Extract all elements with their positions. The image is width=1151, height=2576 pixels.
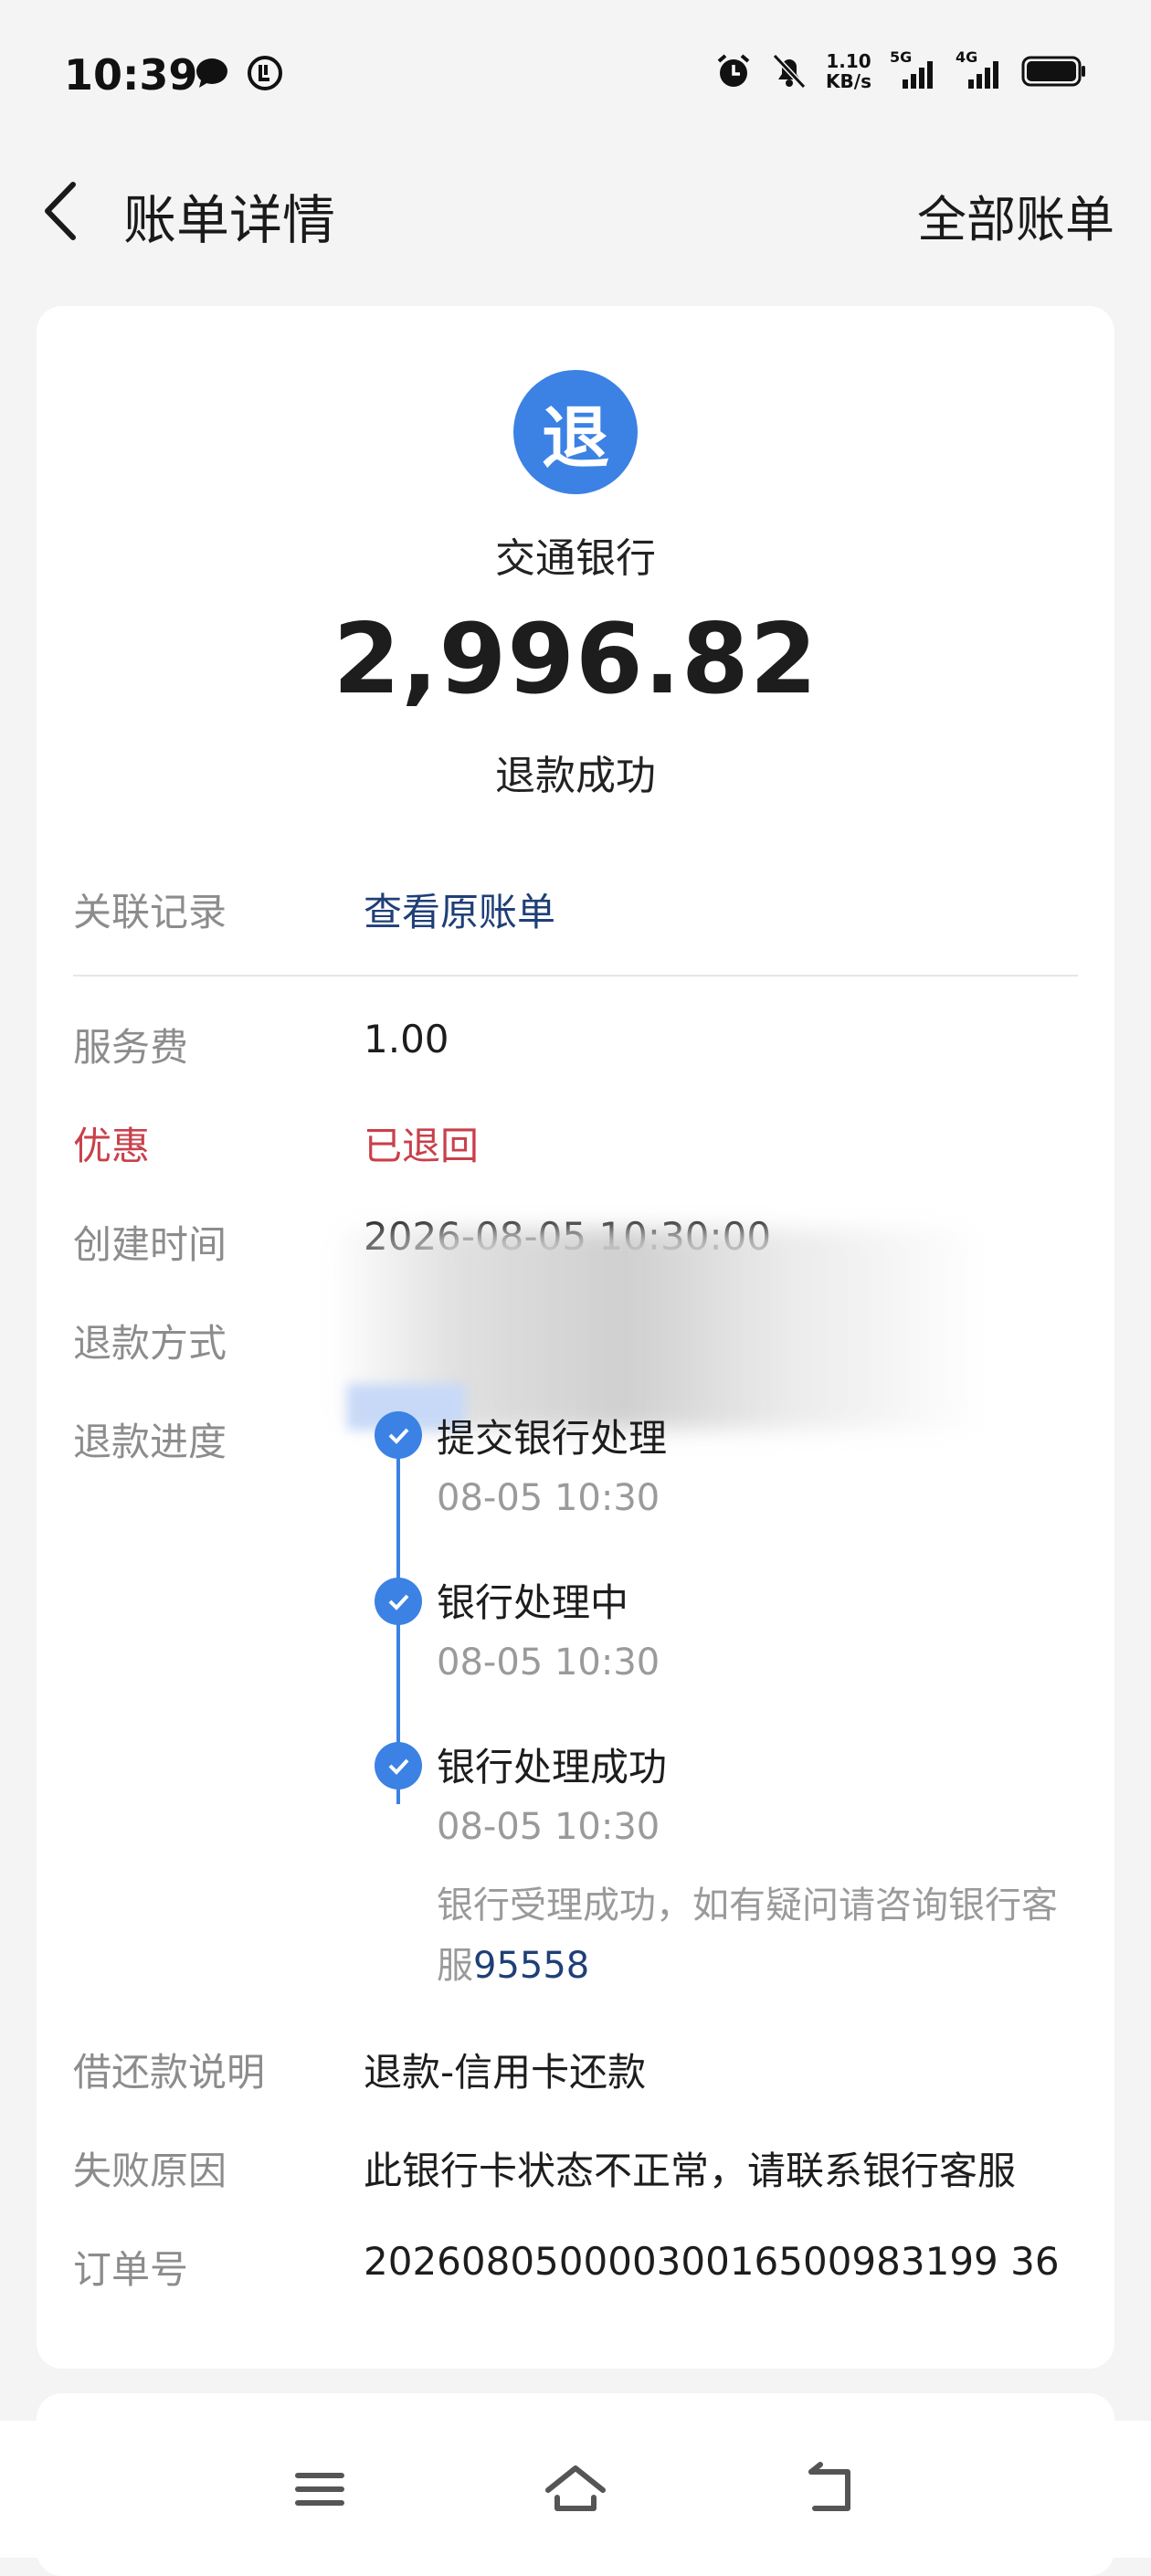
battery-icon bbox=[1021, 56, 1085, 87]
refund-badge-icon: 退 bbox=[513, 370, 638, 494]
timeline-step-title: 银行处理成功 bbox=[437, 1745, 668, 1789]
page-title: 账单详情 bbox=[123, 189, 336, 251]
timeline-note: 银行受理成功，如有疑问请咨询银行客服95558 bbox=[437, 1875, 1058, 1996]
net-speed: 1.10 KB/s bbox=[826, 51, 871, 91]
menu-icon bbox=[295, 2473, 344, 2506]
menu-button[interactable] bbox=[283, 2457, 356, 2521]
signal-bars-icon bbox=[903, 61, 933, 89]
app-notification-icon bbox=[248, 56, 282, 90]
timeline-check-icon bbox=[375, 1578, 422, 1625]
repayment-note-label: 借还款说明 bbox=[73, 2050, 266, 2095]
home-button[interactable] bbox=[539, 2457, 612, 2521]
timeline-step-time: 08-05 10:30 bbox=[437, 1806, 660, 1848]
top-nav-bar: 账单详情 全部账单 bbox=[0, 155, 1151, 265]
bill-detail-card: 退 交通银行 2,996.82 退款成功 关联记录 查看原账单 服务费 1.00… bbox=[37, 306, 1114, 2369]
back-button[interactable] bbox=[35, 179, 90, 243]
status-right: 1.10 KB/s 5G 4G bbox=[714, 48, 1087, 91]
bell-muted-icon bbox=[772, 53, 807, 90]
status-time: 10:39 bbox=[64, 50, 198, 100]
service-fee-value: 1.00 bbox=[364, 1017, 449, 1061]
related-record-label: 关联记录 bbox=[73, 890, 227, 934]
view-original-bill-link[interactable]: 查看原账单 bbox=[364, 882, 555, 937]
return-icon bbox=[808, 2462, 850, 2511]
refund-method-label: 退款方式 bbox=[73, 1321, 227, 1366]
back-nav-button[interactable] bbox=[795, 2457, 868, 2521]
divider bbox=[73, 975, 1078, 977]
chat-bubble-icon bbox=[196, 58, 227, 88]
discount-label: 优惠 bbox=[73, 1124, 151, 1168]
net-speed-unit: KB/s bbox=[826, 70, 871, 92]
home-icon bbox=[545, 2465, 606, 2511]
order-number-label: 订单号 bbox=[73, 2247, 189, 2292]
service-fee-label: 服务费 bbox=[73, 1025, 189, 1070]
timeline-step-time: 08-05 10:30 bbox=[437, 1477, 660, 1519]
signal-bars-icon bbox=[968, 61, 998, 89]
bank-phone-link[interactable]: 95558 bbox=[473, 1945, 589, 1987]
all-bills-link[interactable]: 全部账单 bbox=[917, 179, 1114, 251]
created-time-label: 创建时间 bbox=[73, 1222, 227, 1267]
signal-4g: 4G bbox=[956, 48, 1003, 90]
discount-value: 已退回 bbox=[364, 1124, 480, 1168]
alarm-icon bbox=[717, 54, 750, 87]
net-speed-value: 1.10 bbox=[826, 50, 871, 72]
status-left-icons bbox=[194, 55, 283, 91]
timeline-step-title: 提交银行处理 bbox=[437, 1416, 668, 1461]
status-bar: 10:39 1.10 KB/s 5G 4G bbox=[0, 0, 1151, 155]
refund-progress-label: 退款进度 bbox=[73, 1420, 227, 1464]
chevron-left-icon bbox=[45, 182, 76, 240]
repayment-note-value: 退款-信用卡还款 bbox=[364, 2050, 647, 2095]
timeline-step-time: 08-05 10:30 bbox=[437, 1642, 660, 1684]
refund-status: 退款成功 bbox=[495, 753, 656, 799]
failure-reason-value: 此银行卡状态不正常，请联系银行客服 bbox=[364, 2148, 1017, 2193]
signal-5g: 5G bbox=[890, 48, 937, 90]
timeline-check-icon bbox=[375, 1742, 422, 1789]
timeline-check-icon bbox=[375, 1411, 422, 1459]
timeline-step-title: 银行处理中 bbox=[437, 1580, 629, 1625]
bill-amount: 2,996.82 bbox=[333, 603, 818, 715]
failure-reason-label: 失败原因 bbox=[73, 2148, 227, 2193]
system-nav-bar bbox=[0, 2421, 1151, 2558]
merchant-name: 交通银行 bbox=[495, 535, 656, 582]
order-number-value: 20260805000030016500983199 36 bbox=[364, 2239, 1060, 2284]
